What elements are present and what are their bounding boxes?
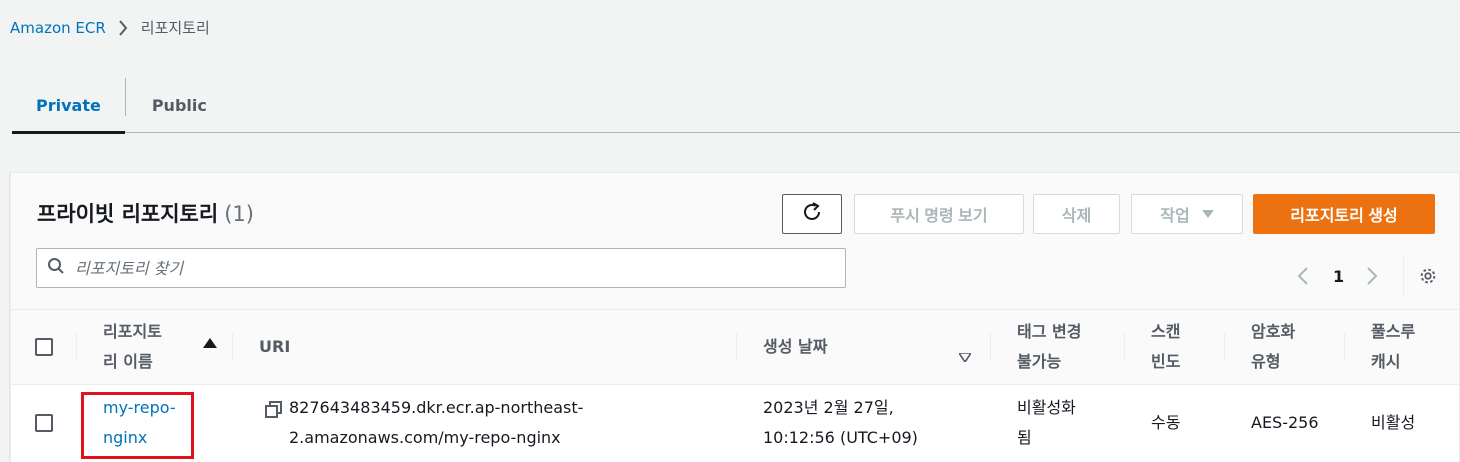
tag-immutability-value: 비활성화됨 (1017, 393, 1076, 453)
column-header-created[interactable]: 생성 날짜 (737, 310, 991, 384)
created-line1: 2023년 2월 27일, (763, 398, 894, 417)
search-box (36, 248, 846, 288)
row-select-cell (11, 385, 77, 461)
column-header-cache-label: 풀스루캐시 (1371, 317, 1415, 377)
panel-title-text: 프라이빗 리포지토리 (37, 202, 219, 226)
highlight-box (81, 392, 194, 459)
settings-gear-icon[interactable] (1418, 265, 1438, 287)
column-header-tag-immutability-label: 태그 변경불가능 (1017, 317, 1081, 377)
column-header-encryption-line2: 유형 (1251, 352, 1281, 371)
actions-dropdown-button[interactable]: 작업 (1131, 194, 1243, 234)
caret-down-icon (1201, 207, 1214, 221)
column-header-name-label: 리포지토리 이름 (103, 317, 162, 377)
sort-asc-icon[interactable] (203, 328, 217, 358)
uri-line2: 2.amazonaws.com/my-repo-nginx (289, 428, 561, 447)
select-all-checkbox[interactable] (35, 338, 53, 356)
pull-through-cache-cell: 비활성 (1345, 385, 1460, 461)
column-header-cache-line2: 캐시 (1371, 352, 1401, 371)
column-header-tag-immutability-line1: 태그 변경 (1017, 322, 1082, 341)
column-header-encryption[interactable]: 암호화유형 (1225, 310, 1345, 384)
column-header-tag-immutability-line2: 불가능 (1017, 352, 1062, 371)
panel-title: 프라이빗 리포지토리 (1) (37, 198, 254, 228)
column-header-uri[interactable]: URI (233, 310, 737, 384)
search-input[interactable] (75, 258, 775, 278)
row-checkbox[interactable] (35, 414, 53, 432)
column-header-cache-line1: 풀스루 (1371, 322, 1416, 341)
table-header: 리포지토리 이름 URI 생성 날짜 태그 변경불가능 스캔빈도 암호화유형 풀… (11, 309, 1459, 385)
tag-immutability-cell: 비활성화됨 (991, 385, 1125, 461)
pagination-divider (1403, 257, 1405, 295)
refresh-button[interactable] (782, 194, 842, 234)
page-number[interactable]: 1 (1333, 267, 1344, 286)
scan-frequency-value: 수동 (1151, 413, 1181, 432)
repository-count: (1) (224, 202, 254, 226)
select-all-cell (11, 310, 77, 384)
column-header-scan-line1: 스캔 (1151, 322, 1181, 341)
uri-value: 827643483459.dkr.ecr.ap-northeast- 2.amaz… (289, 393, 583, 453)
column-header-pull-through-cache[interactable]: 풀스루캐시 (1345, 310, 1460, 384)
created-line2: 10:12:56 (UTC+09) (763, 428, 918, 447)
scan-frequency-cell: 수동 (1125, 385, 1225, 461)
created-at-value: 2023년 2월 27일, 10:12:56 (UTC+09) (763, 393, 918, 453)
table-row: my-repo-nginx 827643483459.dkr.ecr.ap-no… (11, 385, 1459, 462)
create-repository-button[interactable]: 리포지토리 생성 (1253, 194, 1435, 234)
uri-line1: 827643483459.dkr.ecr.ap-northeast- (289, 398, 584, 417)
column-header-encryption-line1: 암호화 (1251, 322, 1296, 341)
immut-line1: 비활성화 (1017, 398, 1076, 417)
encryption-value: AES-256 (1251, 413, 1319, 432)
breadcrumb-current: 리포지토리 (140, 19, 210, 37)
chevron-left-icon[interactable] (1293, 266, 1313, 286)
search-icon (47, 257, 65, 279)
encryption-cell: AES-256 (1225, 385, 1345, 461)
repositories-panel: 프라이빗 리포지토리(1) 푸시 명령 보기 삭제 작업 리포지토리 생성 1 (10, 172, 1460, 462)
column-header-scan-frequency-label: 스캔빈도 (1151, 317, 1180, 377)
column-header-scan-frequency[interactable]: 스캔빈도 (1125, 310, 1225, 384)
uri-cell: 827643483459.dkr.ecr.ap-northeast- 2.amaz… (233, 385, 737, 461)
column-header-name-line1: 리포지토 (103, 322, 162, 341)
pagination: 1 (1293, 257, 1438, 295)
column-header-encryption-label: 암호화유형 (1251, 317, 1295, 377)
tab-bar: Private Public (12, 78, 1460, 134)
breadcrumb: Amazon ECR 리포지토리 (10, 17, 210, 38)
column-header-tag-immutability[interactable]: 태그 변경불가능 (991, 310, 1125, 384)
created-at-cell: 2023년 2월 27일, 10:12:56 (UTC+09) (737, 385, 991, 461)
immut-line2: 됨 (1017, 428, 1032, 447)
column-header-uri-label: URI (259, 337, 291, 356)
breadcrumb-link-amazon-ecr[interactable]: Amazon ECR (10, 19, 106, 37)
column-header-name[interactable]: 리포지토리 이름 (77, 310, 233, 384)
column-header-name-line2: 리 이름 (103, 352, 153, 371)
view-push-commands-button[interactable]: 푸시 명령 보기 (854, 194, 1024, 234)
tab-public[interactable]: Public (126, 78, 231, 132)
chevron-right-icon[interactable] (1362, 266, 1382, 286)
chevron-right-icon (118, 19, 128, 36)
refresh-icon (801, 201, 823, 228)
actions-label: 작업 (1160, 208, 1190, 225)
column-header-created-label: 생성 날짜 (763, 337, 828, 356)
delete-button[interactable]: 삭제 (1033, 194, 1120, 234)
tab-private[interactable]: Private (12, 78, 125, 134)
copy-icon[interactable] (265, 401, 283, 419)
sort-desc-icon[interactable] (957, 342, 973, 372)
column-header-scan-line2: 빈도 (1151, 352, 1181, 371)
pull-through-cache-value: 비활성 (1371, 413, 1416, 432)
